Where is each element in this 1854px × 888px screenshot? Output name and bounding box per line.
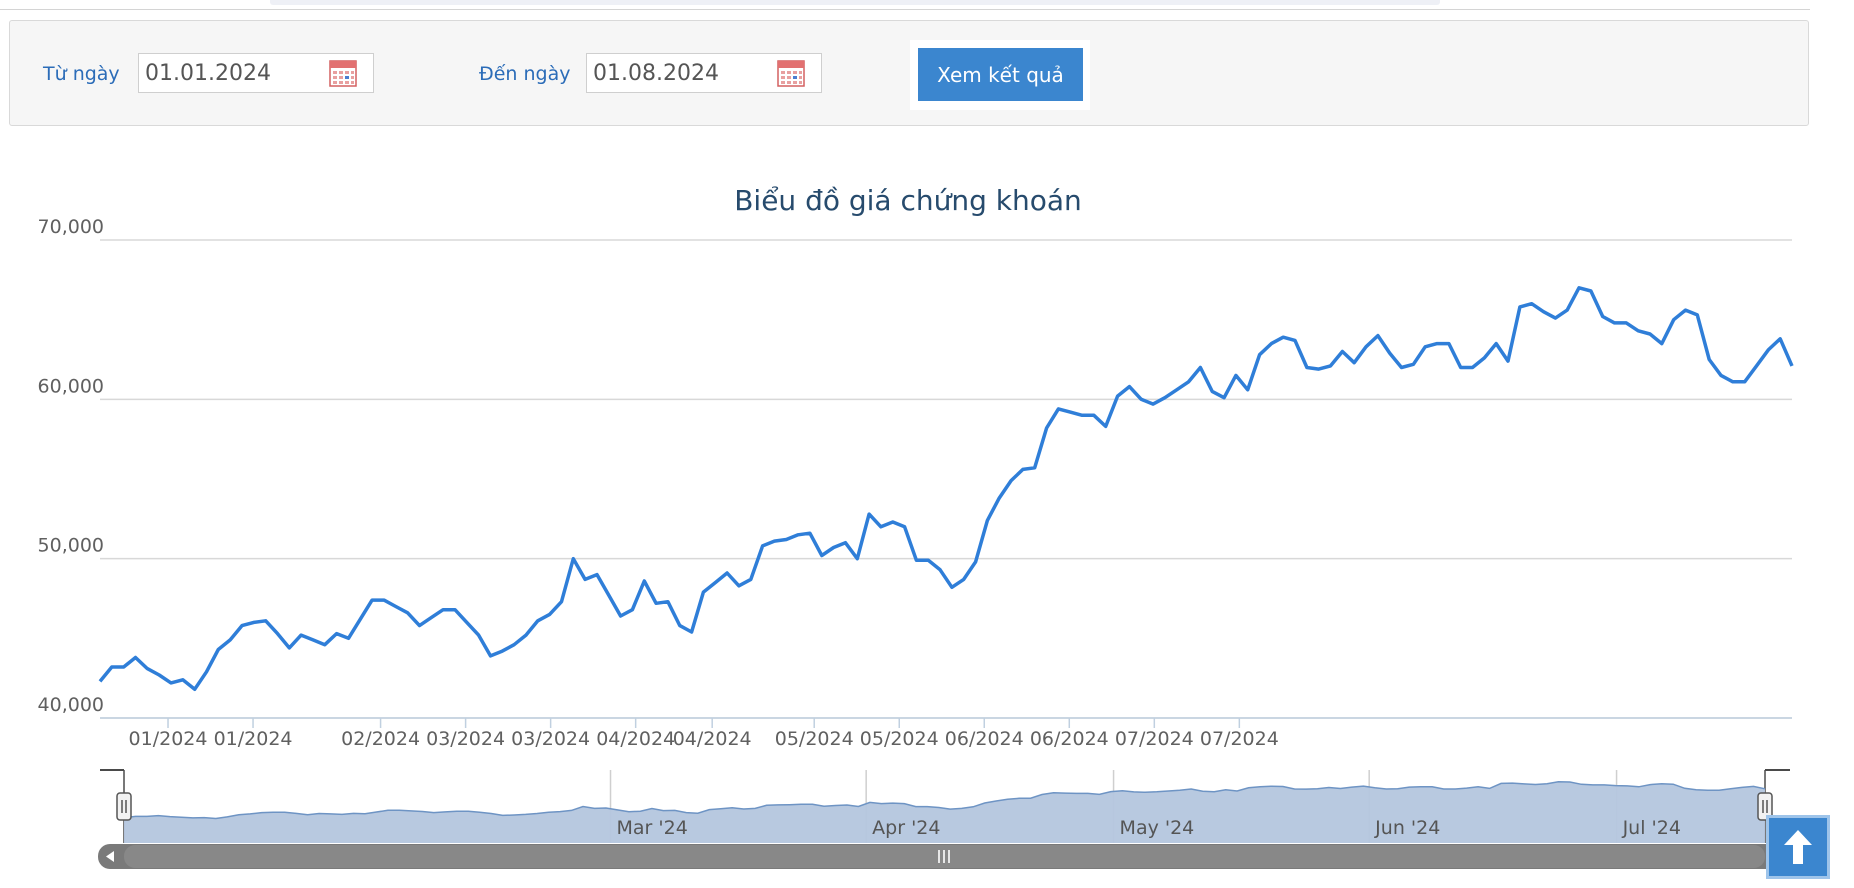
y-gridlines bbox=[100, 239, 1792, 719]
navigator-label: Jul '24 bbox=[1622, 817, 1681, 839]
x-tick-label: 02/2024 bbox=[341, 728, 420, 750]
navigator-label: Apr '24 bbox=[872, 817, 940, 839]
x-tick-label: 01/2024 bbox=[129, 728, 208, 750]
chart-title: Biểu đồ giá chứng khoán bbox=[734, 184, 1082, 217]
x-tick-label: 05/2024 bbox=[860, 728, 939, 750]
arrow-up-icon bbox=[1784, 830, 1812, 864]
y-axis-labels: 40,000 50,000 60,000 70,000 bbox=[38, 216, 104, 716]
x-tick-label: 06/2024 bbox=[1030, 728, 1109, 750]
price-series bbox=[98, 286, 1794, 692]
navigator-label: Mar '24 bbox=[617, 817, 688, 839]
x-tick-label: 07/2024 bbox=[1115, 728, 1194, 750]
x-tick-label: 03/2024 bbox=[426, 728, 505, 750]
stock-price-chart: Biểu đồ giá chứng khoán 40,000 50,000 60,0… bbox=[38, 184, 1794, 869]
navigator[interactable]: Mar '24 Apr '24 May '24 Jun '24 Jul '24 bbox=[98, 769, 1790, 869]
y-tick-label: 40,000 bbox=[38, 694, 104, 716]
x-tick-label: 04/2024 bbox=[596, 728, 675, 750]
navigator-handle[interactable] bbox=[116, 792, 132, 821]
x-tick-label: 04/2024 bbox=[673, 728, 752, 750]
y-tick-label: 60,000 bbox=[38, 375, 104, 397]
x-axis: 01/2024 01/2024 02/2024 03/2024 03/2024 04/20… bbox=[100, 717, 1792, 750]
navigator-label: Jun '24 bbox=[1374, 817, 1440, 839]
x-tick-label: 07/2024 bbox=[1200, 728, 1279, 750]
y-tick-label: 50,000 bbox=[38, 535, 104, 557]
x-tick-label: 06/2024 bbox=[945, 728, 1024, 750]
navigator-label: May '24 bbox=[1120, 817, 1195, 839]
scroll-to-top-button[interactable] bbox=[1766, 815, 1830, 879]
x-tick-label: 03/2024 bbox=[511, 728, 590, 750]
x-tick-label: 05/2024 bbox=[775, 728, 854, 750]
price-line bbox=[98, 286, 1794, 692]
y-tick-label: 70,000 bbox=[38, 216, 104, 238]
x-tick-label: 01/2024 bbox=[214, 728, 293, 750]
